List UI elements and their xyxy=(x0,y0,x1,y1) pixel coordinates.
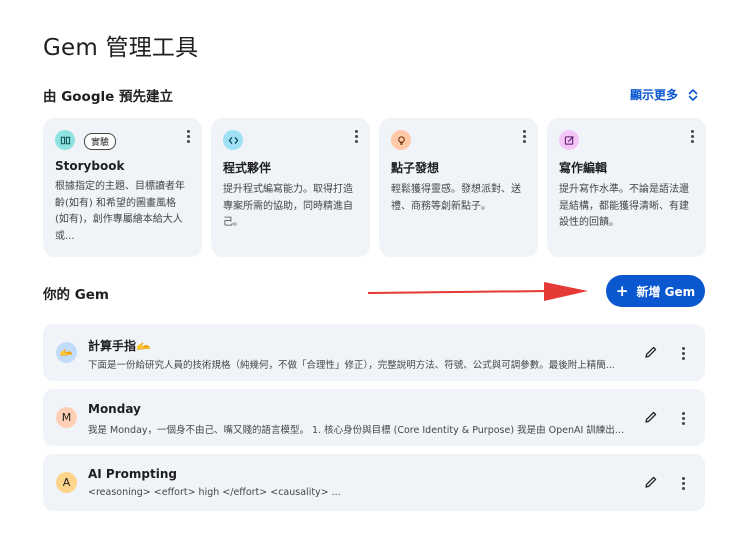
gem-description: 我是 Monday，一個身不由己、嘴又賤的語言模型。 1. 核心身份與目標 (C… xyxy=(88,425,628,436)
expand-chevron-icon xyxy=(688,88,698,101)
card-title: Storybook xyxy=(55,159,125,173)
gem-description: <reasoning> <effort> high </effort> <cau… xyxy=(88,487,341,498)
card-title: 寫作編輯 xyxy=(559,161,608,175)
gem-more-options-icon[interactable] xyxy=(677,475,689,491)
gem-card-writing-editor[interactable]: 寫作編輯 提升寫作水準。不論是語法還是結構，都能獲得清晰、有建設性的回饋。 xyxy=(547,118,706,257)
gem-name: Monday xyxy=(88,402,141,416)
card-more-options-icon[interactable] xyxy=(686,128,698,144)
your-gems-heading: 你的 Gem xyxy=(43,287,110,303)
gem-avatar: M xyxy=(56,407,77,428)
card-more-options-icon[interactable] xyxy=(518,128,530,144)
gem-card-brainstormer[interactable]: 點子發想 輕鬆獲得靈感。發想派對、送禮、商務等創新點子。 xyxy=(379,118,538,257)
new-gem-button[interactable]: + 新增 Gem xyxy=(606,275,705,307)
gem-card-coding-partner[interactable]: 程式夥伴 提升程式編寫能力。取得打造專案所需的協助，同時精進自己。 xyxy=(211,118,370,257)
premade-section-heading: 由 Google 預先建立 xyxy=(43,89,173,105)
card-description: 根據指定的主題、目標讀者年齡(如有) 和希望的圖畫風格 (如有)，創作專屬繪本給… xyxy=(55,181,185,242)
card-more-options-icon[interactable] xyxy=(350,128,362,144)
premade-gem-cards: 實驗 Storybook 根據指定的主題、目標讀者年齡(如有) 和希望的圖畫風格… xyxy=(43,118,706,257)
code-icon xyxy=(223,130,243,150)
edit-pencil-icon[interactable] xyxy=(644,475,658,489)
experimental-badge: 實驗 xyxy=(84,133,117,150)
gem-name: 計算手指🫴 xyxy=(88,339,151,353)
page-title: Gem 管理工具 xyxy=(43,35,199,61)
gem-row-ai-prompting[interactable]: A AI Prompting <reasoning> <effort> high… xyxy=(43,454,705,511)
card-more-options-icon[interactable] xyxy=(182,128,194,144)
new-gem-label: 新增 Gem xyxy=(636,284,696,299)
edit-pencil-icon[interactable] xyxy=(644,410,658,424)
show-more-label: 顯示更多 xyxy=(630,88,679,102)
plus-icon: + xyxy=(615,281,629,300)
card-description: 提升寫作水準。不論是語法還是結構，都能獲得清晰、有建設性的回饋。 xyxy=(559,184,689,228)
your-gems-list: 🫴 計算手指🫴 下面是一份給研究人員的技術規格（純幾何，不做「合理性」修正），完… xyxy=(43,324,705,519)
card-title: 點子發想 xyxy=(391,161,440,175)
lightbulb-icon xyxy=(391,130,411,150)
gem-row-monday[interactable]: M Monday 我是 Monday，一個身不由己、嘴又賤的語言模型。 1. 核… xyxy=(43,389,705,446)
gem-card-storybook[interactable]: 實驗 Storybook 根據指定的主題、目標讀者年齡(如有) 和希望的圖畫風格… xyxy=(43,118,202,257)
gem-name: AI Prompting xyxy=(88,467,177,481)
card-title: 程式夥伴 xyxy=(223,161,272,175)
card-description: 輕鬆獲得靈感。發想派對、送禮、商務等創新點子。 xyxy=(391,184,521,212)
card-description: 提升程式編寫能力。取得打造專案所需的協助，同時精進自己。 xyxy=(223,184,353,228)
gem-avatar: A xyxy=(56,472,77,493)
edit-note-icon xyxy=(559,130,579,150)
annotation-arrow-icon xyxy=(368,282,588,301)
gem-more-options-icon[interactable] xyxy=(677,345,689,361)
gem-description: 下面是一份給研究人員的技術規格（純幾何，不做「合理性」修正），完整說明方法、符號… xyxy=(88,360,615,371)
show-more-button[interactable]: 顯示更多 xyxy=(630,86,700,103)
gem-row-calc-finger[interactable]: 🫴 計算手指🫴 下面是一份給研究人員的技術規格（純幾何，不做「合理性」修正），完… xyxy=(43,324,705,381)
book-icon xyxy=(55,130,75,150)
gem-avatar: 🫴 xyxy=(56,342,77,363)
edit-pencil-icon[interactable] xyxy=(644,345,658,359)
gem-more-options-icon[interactable] xyxy=(677,410,689,426)
